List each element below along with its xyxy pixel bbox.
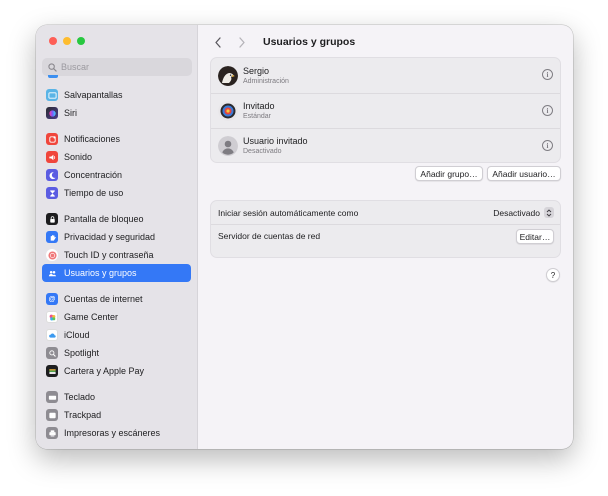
users-icon (46, 267, 58, 279)
sidebar-item-label: Concentración (64, 170, 123, 180)
sidebar-item-label: Privacidad y seguridad (64, 232, 156, 242)
hand-icon (46, 231, 58, 243)
user-row-sergio[interactable]: Sergio Administración i (211, 58, 560, 93)
target-avatar-icon (218, 101, 238, 121)
network-server-label: Servidor de cuentas de red (218, 231, 321, 241)
toolbar: Usuarios y grupos (209, 33, 355, 51)
network-server-row: Servidor de cuentas de red Editar… (211, 224, 560, 247)
user-name: Usuario invitado (243, 136, 308, 146)
user-row-invitado[interactable]: Invitado Estándar i (211, 93, 560, 128)
sidebar-item-game-center[interactable]: Game Center (42, 308, 191, 326)
siri-icon (46, 107, 58, 119)
user-row-guest[interactable]: Usuario invitado Desactivado i (211, 128, 560, 163)
sidebar-item-label: Usuarios y grupos (64, 268, 137, 278)
sidebar-item-label: Siri (64, 108, 77, 118)
edit-button[interactable]: Editar… (516, 229, 554, 244)
chevron-left-icon (215, 36, 221, 48)
users-list: Sergio Administración i Invitado Estánda… (210, 57, 561, 163)
sidebar: Salvapantallas Siri Notificaciones Sonid… (36, 25, 198, 449)
sidebar-item-label: Game Center (64, 312, 119, 322)
trackpad-icon (46, 409, 58, 421)
lock-screen-icon (46, 213, 58, 225)
sidebar-item-internet-accounts[interactable]: @ Cuentas de internet (42, 290, 191, 308)
info-icon[interactable]: i (542, 105, 553, 116)
wallet-icon (46, 365, 58, 377)
settings-window: Salvapantallas Siri Notificaciones Sonid… (36, 25, 573, 449)
auto-login-label: Iniciar sesión automáticamente como (218, 207, 359, 218)
sidebar-item-label: Tiempo de uso (64, 188, 124, 198)
chevron-right-icon (239, 36, 245, 48)
sidebar-item-sound[interactable]: Sonido (42, 148, 191, 166)
close-window-button[interactable] (49, 37, 57, 45)
sidebar-item-label: Pantalla de bloqueo (64, 214, 144, 224)
sidebar-item-wallet[interactable]: Cartera y Apple Pay (42, 362, 191, 380)
sidebar-item-printers[interactable]: Impresoras y escáneres (42, 424, 191, 442)
at-icon: @ (46, 293, 58, 305)
sidebar-item-label: Notificaciones (64, 134, 121, 144)
login-settings: Iniciar sesión automáticamente como Desa… (210, 200, 561, 258)
sidebar-item-label: Salvapantallas (64, 90, 123, 100)
sidebar-item-screen-time[interactable]: Tiempo de uso (42, 184, 191, 202)
focus-moon-icon (46, 169, 58, 181)
sidebar-item-notifications[interactable]: Notificaciones (42, 130, 191, 148)
sidebar-item-label: Teclado (64, 392, 96, 402)
search-icon (48, 62, 57, 72)
auto-login-value: Desactivado (493, 207, 540, 218)
scrolled-item-edge (48, 75, 58, 78)
sidebar-item-trackpad[interactable]: Trackpad (42, 406, 191, 424)
sidebar-item-screensaver[interactable]: Salvapantallas (42, 86, 191, 104)
sidebar-item-label: Sonido (64, 152, 93, 162)
info-icon[interactable]: i (542, 140, 553, 151)
up-down-chevron-icon (544, 207, 554, 218)
sidebar-item-focus[interactable]: Concentración (42, 166, 191, 184)
user-role: Desactivado (243, 148, 282, 155)
sidebar-item-keyboard[interactable]: Teclado (42, 388, 191, 406)
sidebar-item-icloud[interactable]: iCloud (42, 326, 191, 344)
sidebar-item-siri[interactable]: Siri (42, 104, 191, 122)
minimize-window-button[interactable] (63, 37, 71, 45)
help-button[interactable]: ? (546, 268, 560, 282)
user-name: Sergio (243, 65, 270, 76)
sidebar-item-users-groups[interactable]: Usuarios y grupos (42, 264, 191, 282)
search-input[interactable] (61, 62, 181, 72)
sidebar-item-label: Cartera y Apple Pay (64, 366, 145, 376)
forward-button[interactable] (233, 33, 251, 51)
sidebar-item-touch-id[interactable]: Touch ID y contraseña (42, 246, 191, 264)
sidebar-item-lock-screen[interactable]: Pantalla de bloqueo (42, 210, 191, 228)
sidebar-item-privacy[interactable]: Privacidad y seguridad (42, 228, 191, 246)
page-title: Usuarios y grupos (263, 36, 356, 48)
user-role: Estándar (243, 113, 272, 120)
screensaver-icon (46, 89, 58, 101)
auto-login-popup[interactable]: Desactivado (493, 207, 554, 218)
sidebar-item-label: Trackpad (64, 410, 102, 420)
add-group-button[interactable]: Añadir grupo… (415, 166, 483, 181)
sidebar-item-label: Spotlight (64, 348, 100, 358)
auto-login-row: Iniciar sesión automáticamente como Desa… (211, 201, 560, 224)
sidebar-item-label: iCloud (64, 330, 90, 340)
window-controls (49, 37, 85, 45)
hourglass-icon (46, 187, 58, 199)
keyboard-icon (46, 391, 58, 403)
fingerprint-icon (46, 249, 58, 261)
user-name: Invitado (243, 101, 275, 111)
zoom-window-button[interactable] (77, 37, 85, 45)
eagle-avatar-icon (218, 65, 238, 86)
user-role: Administración (243, 77, 289, 85)
sidebar-item-label: Cuentas de internet (64, 294, 143, 304)
notifications-icon (46, 133, 58, 145)
info-icon[interactable]: i (542, 69, 553, 80)
search-field[interactable] (42, 58, 192, 76)
cloud-icon (46, 329, 58, 341)
magnifier-icon (46, 347, 58, 359)
sidebar-item-label: Touch ID y contraseña (64, 250, 154, 260)
main-pane: Usuarios y grupos Sergio Administración … (199, 25, 573, 449)
sidebar-item-spotlight[interactable]: Spotlight (42, 344, 191, 362)
person-silhouette-icon (218, 136, 238, 156)
back-button[interactable] (209, 33, 227, 51)
game-center-icon (46, 311, 58, 323)
sidebar-item-label: Impresoras y escáneres (64, 428, 161, 438)
add-user-button[interactable]: Añadir usuario… (487, 166, 561, 181)
sound-icon (46, 151, 58, 163)
printer-icon (46, 427, 58, 439)
